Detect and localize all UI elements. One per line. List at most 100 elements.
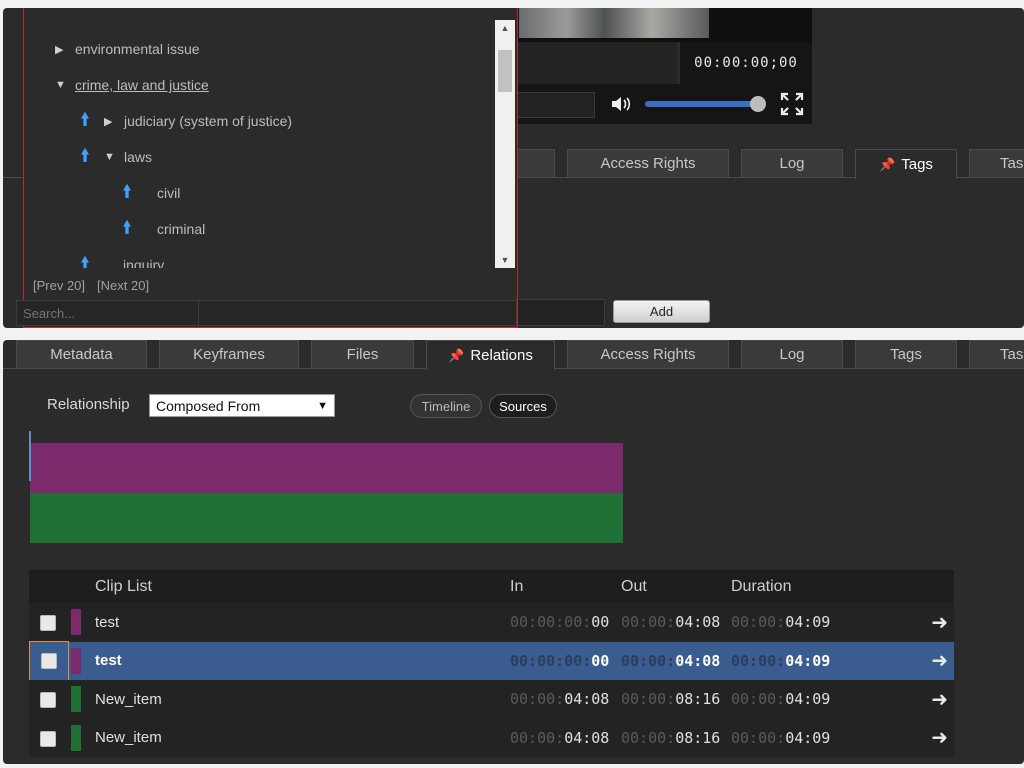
go-arrow-icon[interactable]: ➜: [931, 610, 948, 635]
clip-out: 00:00:04:08: [621, 613, 721, 632]
pin-icon: 📌: [448, 347, 465, 363]
scrub-field[interactable]: [517, 92, 595, 118]
clip-table: Clip List In Out Duration test 00:00:00:…: [29, 570, 954, 757]
search-input-ext: [199, 300, 517, 326]
expand-triangle-icon[interactable]: ▶: [55, 43, 65, 56]
clip-bar-green[interactable]: [30, 493, 623, 543]
timeline-cursor[interactable]: [29, 431, 31, 481]
tab-top-tasks[interactable]: Tas: [969, 149, 1024, 177]
tab-top-log[interactable]: Log: [741, 149, 843, 177]
row-checkbox[interactable]: [41, 652, 57, 669]
row-checkbox[interactable]: [40, 615, 56, 632]
tab-tags[interactable]: Tags: [855, 340, 957, 368]
tab-files[interactable]: Files: [311, 340, 414, 368]
tree-item-inquiry-clip: 🠙 inquiry: [76, 254, 491, 268]
row-checkbox-cell: [29, 640, 69, 681]
up-arrow-icon[interactable]: 🠙: [76, 143, 94, 172]
volume-slider[interactable]: [645, 101, 755, 107]
clip-duration: 00:00:04:09: [731, 690, 831, 709]
tab-top-tags[interactable]: 📌 Tags: [855, 149, 957, 179]
timecode-display: 00:00:00;00: [680, 42, 812, 84]
tab-keyframes[interactable]: Keyframes: [159, 340, 299, 368]
clip-name: New_item: [95, 729, 162, 747]
clip-duration: 00:00:04:09: [731, 651, 831, 670]
row-checkbox[interactable]: [40, 692, 56, 709]
color-swatch: [71, 724, 81, 751]
tree-item-environmental-issue[interactable]: ▶ environmental issue: [55, 38, 200, 60]
collapse-triangle-icon[interactable]: ▼: [104, 151, 115, 163]
table-row[interactable]: New_item 00:00:04:08 00:00:08:16 00:00:0…: [29, 718, 954, 757]
color-swatch: [71, 686, 81, 713]
scroll-up-icon[interactable]: ▲: [495, 20, 515, 36]
go-arrow-icon[interactable]: ➜: [931, 648, 948, 673]
fullscreen-icon[interactable]: [780, 92, 804, 116]
expand-triangle-icon[interactable]: ▶: [104, 115, 114, 128]
tab-relations[interactable]: 📌 Relations: [426, 340, 555, 370]
tab-top-access-rights[interactable]: Access Rights: [567, 149, 729, 177]
clipped-row: [59, 8, 499, 20]
tree-item-civil[interactable]: 🠙 civil: [118, 182, 181, 204]
clip-bar-purple[interactable]: [30, 443, 623, 493]
scroll-down-icon[interactable]: ▼: [495, 252, 515, 268]
clip-out: 00:00:04:08: [621, 651, 721, 670]
tree-item-judiciary[interactable]: 🠙 ▶ judiciary (system of justice): [76, 110, 292, 132]
search-input[interactable]: [16, 300, 199, 326]
video-preview[interactable]: [519, 8, 709, 38]
prev-page-link[interactable]: [Prev 20]: [33, 278, 85, 293]
up-arrow-icon[interactable]: 🠙: [118, 215, 136, 244]
tree-scrollbar[interactable]: ▲ ▼: [495, 20, 515, 268]
go-arrow-icon[interactable]: ➜: [931, 725, 948, 750]
volume-icon[interactable]: [610, 94, 634, 114]
clip-in: 00:00:04:08: [510, 728, 610, 747]
pin-icon: 📌: [879, 156, 896, 172]
tab-log[interactable]: Log: [741, 340, 843, 368]
table-row[interactable]: New_item 00:00:04:08 00:00:08:16 00:00:0…: [29, 680, 954, 719]
progress-area[interactable]: [517, 42, 677, 84]
tag-input[interactable]: [517, 299, 605, 326]
go-arrow-icon[interactable]: ➜: [931, 687, 948, 712]
tab-metadata[interactable]: Metadata: [16, 340, 147, 368]
row-checkbox-cell: [29, 603, 67, 641]
clip-in: 00:00:00:00: [510, 613, 610, 632]
header-duration: Duration: [731, 577, 792, 595]
row-checkbox-cell: [29, 719, 67, 757]
relationship-select[interactable]: Composed From ▼: [149, 394, 335, 417]
tab-tasks[interactable]: Tas: [969, 340, 1024, 368]
clip-name: New_item: [95, 690, 162, 708]
tree-item-laws[interactable]: 🠙 ▼ laws: [76, 146, 152, 168]
collapse-triangle-icon[interactable]: ▼: [55, 79, 66, 91]
add-button[interactable]: Add: [613, 300, 710, 323]
clip-name: test: [95, 613, 120, 631]
clip-duration: 00:00:04:09: [731, 613, 831, 632]
tree-item-criminal[interactable]: 🠙 criminal: [118, 218, 206, 240]
table-header: Clip List In Out Duration: [29, 570, 954, 603]
clip-duration: 00:00:04:09: [731, 728, 831, 747]
relationship-selected-value: Composed From: [156, 397, 261, 414]
sources-toggle[interactable]: Sources: [489, 394, 557, 418]
scrollbar-thumb[interactable]: [498, 50, 512, 92]
up-arrow-icon[interactable]: 🠙: [118, 179, 136, 208]
header-clip-list: Clip List: [95, 577, 152, 595]
color-swatch: [71, 647, 81, 674]
volume-slider-knob[interactable]: [750, 96, 766, 112]
next-page-link[interactable]: [Next 20]: [97, 278, 149, 293]
table-row[interactable]: test 00:00:00:00 00:00:04:08 00:00:04:09…: [29, 603, 954, 642]
row-checkbox[interactable]: [40, 730, 56, 747]
clip-name: test: [95, 652, 122, 670]
up-arrow-icon[interactable]: 🠙: [76, 107, 94, 136]
color-swatch: [71, 609, 81, 636]
timeline-toggle[interactable]: Timeline: [410, 394, 482, 418]
clip-out: 00:00:08:16: [621, 728, 721, 747]
pager: [Prev 20] [Next 20]: [33, 278, 161, 293]
up-arrow-icon[interactable]: 🠙: [76, 254, 94, 268]
tab-access-rights[interactable]: Access Rights: [567, 340, 729, 368]
clip-out: 00:00:08:16: [621, 690, 721, 709]
chevron-down-icon: ▼: [317, 399, 328, 412]
table-row-selected[interactable]: test 00:00:00:00 00:00:04:08 00:00:04:09…: [29, 640, 954, 681]
clip-in: 00:00:04:08: [510, 690, 610, 709]
clip-in: 00:00:00:00: [510, 651, 610, 670]
header-in: In: [510, 577, 524, 595]
tree-item-crime-law-justice[interactable]: ▼ crime, law and justice: [55, 74, 209, 96]
header-out: Out: [621, 577, 647, 595]
tree-item-inquiry[interactable]: 🠙 inquiry: [76, 254, 165, 268]
